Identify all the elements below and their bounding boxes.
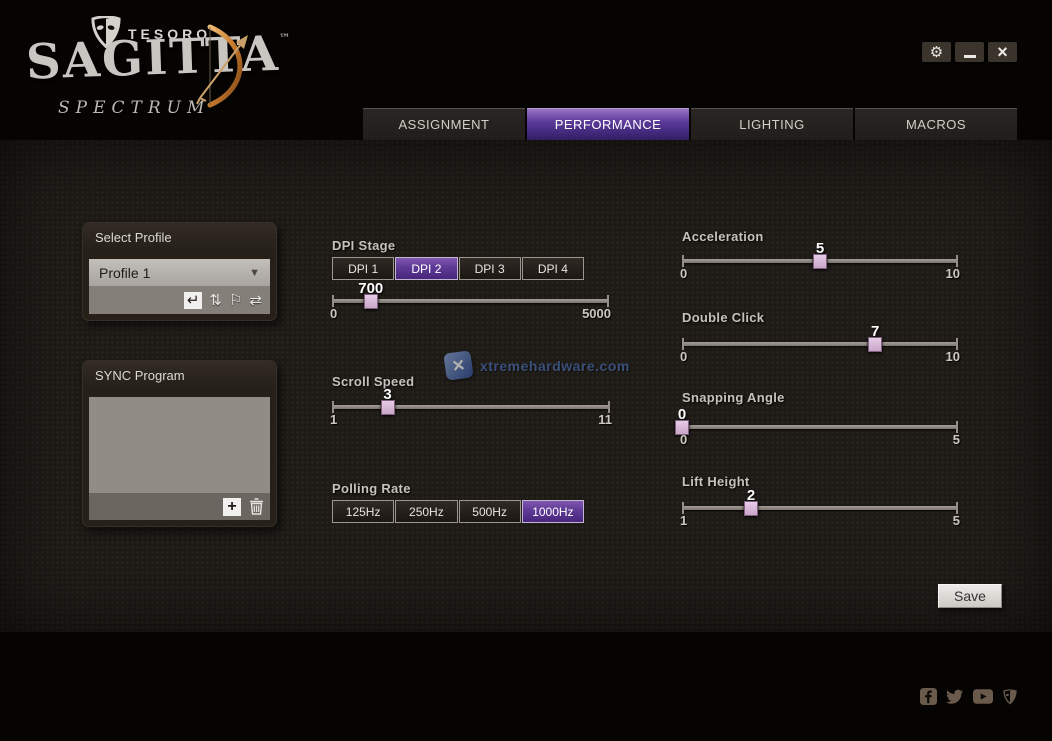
sync-program-list[interactable] — [89, 397, 270, 493]
slider-track[interactable] — [682, 342, 958, 346]
dpi-4-button[interactable]: DPI 4 — [522, 257, 584, 280]
sync-program-panel: SYNC Program + — [82, 360, 277, 527]
trash-icon[interactable] — [249, 498, 264, 515]
sync-action-bar: + — [89, 493, 270, 520]
snapping-angle-slider[interactable]: 0 0 5 — [682, 409, 958, 453]
tesoro-mask-icon[interactable] — [1002, 689, 1018, 705]
sync-program-title: SYNC Program — [83, 361, 276, 391]
tab-performance[interactable]: PERFORMANCE — [527, 108, 689, 141]
slider-max-label: 10 — [946, 349, 960, 364]
profile-dropdown[interactable]: Profile 1 ▼ — [89, 259, 270, 286]
brand-logo: TESORO SAGITTA™ SPECTRUM — [0, 0, 290, 135]
flag-profile-icon[interactable]: ⚐ — [229, 293, 242, 308]
snapping-angle-label: Snapping Angle — [682, 390, 785, 405]
minimize-button[interactable] — [955, 42, 984, 62]
slider-min-label: 1 — [330, 412, 337, 427]
facebook-icon[interactable] — [920, 688, 937, 705]
dpi-2-button[interactable]: DPI 2 — [395, 257, 457, 280]
dpi-3-button[interactable]: DPI 3 — [459, 257, 521, 280]
selected-profile-label: Profile 1 — [99, 265, 150, 281]
slider-min-label: 0 — [680, 266, 687, 281]
double-click-label: Double Click — [682, 310, 764, 325]
minimize-icon — [964, 55, 976, 58]
add-program-button[interactable]: + — [223, 498, 241, 516]
profile-action-bar: ↵ ⇅ ⚐ ⇄ — [89, 286, 270, 314]
tab-lighting[interactable]: LIGHTING — [691, 108, 853, 141]
slider-thumb[interactable] — [868, 337, 882, 352]
slider-thumb[interactable] — [381, 400, 395, 415]
slider-max-label: 5000 — [582, 306, 611, 321]
lift-height-label: Lift Height — [682, 474, 750, 489]
twitter-icon[interactable] — [946, 689, 964, 705]
save-button[interactable]: Save — [938, 584, 1002, 608]
youtube-icon[interactable] — [973, 689, 993, 704]
slider-track[interactable] — [682, 425, 958, 429]
slider-max-label: 10 — [946, 266, 960, 281]
dpi-stage-buttons: DPI 1 DPI 2 DPI 3 DPI 4 — [332, 257, 584, 280]
sync-profile-icon[interactable]: ⇅ — [209, 293, 222, 308]
acceleration-slider[interactable]: 5 0 10 — [682, 243, 958, 287]
slider-max-label: 11 — [598, 412, 612, 427]
bow-arrow-icon — [196, 22, 258, 110]
slider-track[interactable] — [682, 506, 958, 510]
tab-macros[interactable]: MACROS — [855, 108, 1017, 141]
dpi-slider[interactable]: 700 0 5000 — [332, 283, 609, 327]
chevron-down-icon: ▼ — [249, 267, 260, 279]
gear-icon: ⚙ — [930, 45, 943, 60]
scroll-speed-label: Scroll Speed — [332, 374, 414, 389]
window-controls: ⚙ × — [922, 42, 1017, 62]
select-profile-title: Select Profile — [83, 223, 276, 253]
brand-subtitle-text: SPECTRUM — [58, 98, 210, 118]
lift-height-slider[interactable]: 2 1 5 — [682, 490, 958, 534]
polling-1000hz-button[interactable]: 1000Hz — [522, 500, 584, 523]
slider-thumb[interactable] — [813, 254, 827, 269]
slider-min-label: 0 — [680, 349, 687, 364]
polling-500hz-button[interactable]: 500Hz — [459, 500, 521, 523]
import-profile-icon[interactable]: ↵ — [184, 292, 203, 309]
polling-rate-buttons: 125Hz 250Hz 500Hz 1000Hz — [332, 500, 584, 523]
polling-250hz-button[interactable]: 250Hz — [395, 500, 457, 523]
settings-button[interactable]: ⚙ — [922, 42, 951, 62]
polling-rate-label: Polling Rate — [332, 481, 411, 496]
social-links — [920, 688, 1018, 705]
slider-max-label: 5 — [953, 513, 960, 528]
close-icon: × — [997, 43, 1008, 61]
tab-bar: ASSIGNMENT PERFORMANCE LIGHTING MACROS — [363, 108, 1017, 141]
tab-assignment[interactable]: ASSIGNMENT — [363, 108, 525, 141]
swap-profile-icon[interactable]: ⇄ — [249, 293, 262, 308]
slider-thumb[interactable] — [744, 501, 758, 516]
slider-max-label: 5 — [953, 432, 960, 447]
acceleration-label: Acceleration — [682, 229, 764, 244]
app-window: TESORO SAGITTA™ SPECTRUM ⚙ × — [0, 0, 1052, 741]
trademark-symbol: ™ — [279, 31, 290, 44]
slider-min-label: 1 — [680, 513, 687, 528]
double-click-slider[interactable]: 7 0 10 — [682, 326, 958, 370]
slider-thumb[interactable] — [364, 294, 378, 309]
polling-125hz-button[interactable]: 125Hz — [332, 500, 394, 523]
close-button[interactable]: × — [988, 42, 1017, 62]
dpi-stage-label: DPI Stage — [332, 238, 395, 253]
dpi-1-button[interactable]: DPI 1 — [332, 257, 394, 280]
select-profile-panel: Select Profile Profile 1 ▼ ↵ ⇅ ⚐ ⇄ — [82, 222, 277, 321]
slider-track[interactable] — [332, 405, 610, 409]
slider-min-label: 0 — [680, 432, 687, 447]
slider-min-label: 0 — [330, 306, 337, 321]
scroll-speed-slider[interactable]: 3 1 11 — [332, 389, 610, 433]
